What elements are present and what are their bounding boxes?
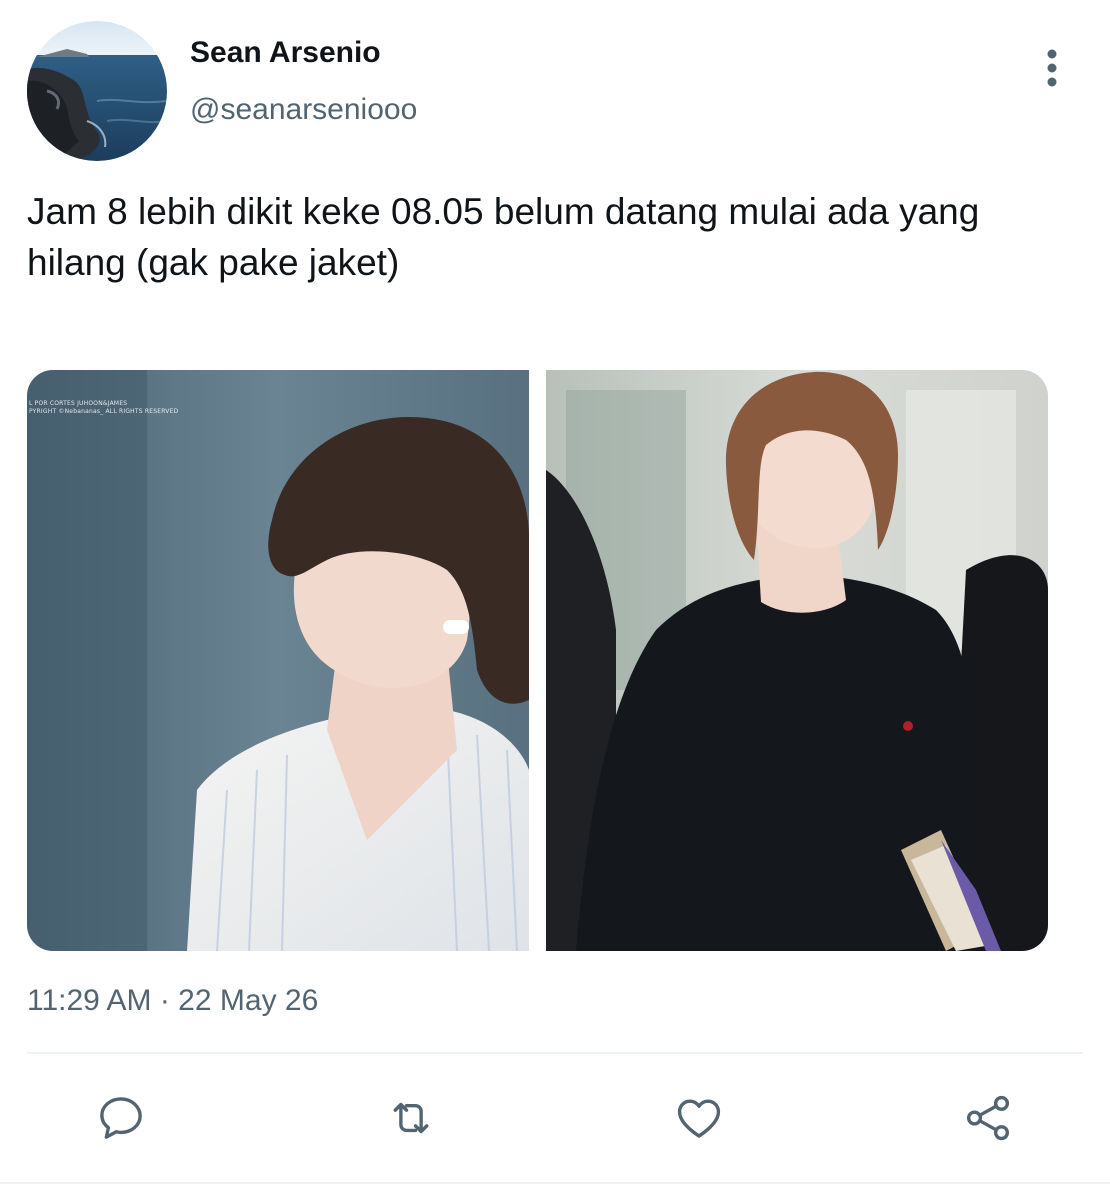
user-handle[interactable]: @seanarseniooo [190,93,417,127]
seascape-avatar-image [27,21,167,161]
reply-icon [100,1097,142,1139]
media-grid: L POR CORTES JUHOON&JAMES PYRIGHT ©Neban… [27,370,1048,951]
retweet-button[interactable] [381,1088,441,1148]
tweet-photo[interactable]: L POR CORTES JUHOON&JAMES PYRIGHT ©Neban… [27,370,529,951]
tweet-photo[interactable] [546,370,1048,951]
more-options-button[interactable] [1032,48,1072,88]
tweet-text: Jam 8 lebih dikit keke 08.05 belum datan… [27,191,980,283]
avatar[interactable] [27,21,167,161]
retweet-icon [393,1102,429,1134]
share-icon [966,1095,1010,1141]
divider [27,1052,1083,1054]
photo-white-shirt [27,370,529,951]
tweet-timestamp[interactable]: 11:29 AM · 22 May 26 [27,984,318,1018]
photo-black-sweater [546,370,1048,951]
divider [0,1182,1110,1184]
share-button[interactable] [958,1088,1018,1148]
action-bar [0,1088,1110,1148]
heart-icon [677,1099,721,1138]
photo-watermark: L POR CORTES JUHOON&JAMES PYRIGHT ©Neban… [29,400,179,415]
display-name[interactable]: Sean Arsenio [190,36,381,70]
like-button[interactable] [669,1088,729,1148]
more-vertical-icon [1047,49,1057,87]
tweet-detail: Sean Arsenio @seanarseniooo Jam 8 lebih … [0,0,1110,1200]
reply-button[interactable] [91,1088,151,1148]
